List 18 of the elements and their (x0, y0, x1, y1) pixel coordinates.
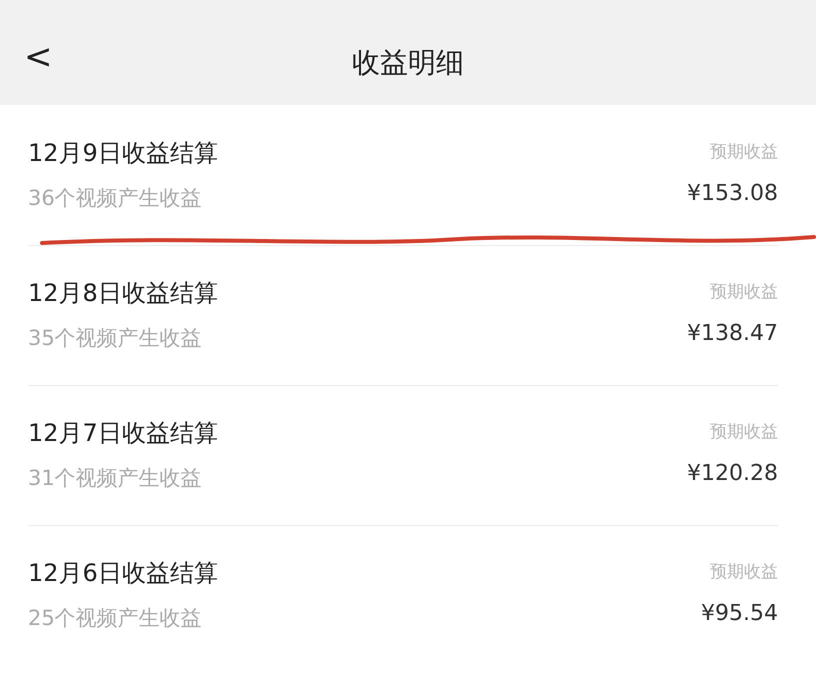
expected-label: 预期收益 (710, 140, 778, 164)
expected-label: 预期收益 (710, 420, 778, 444)
page-title: 收益明细 (352, 44, 464, 80)
settlement-title: 12月7日收益结算 (28, 418, 218, 450)
amount: ¥120.28 (687, 460, 778, 488)
settlement-title: 12月6日收益结算 (28, 558, 218, 590)
amount: ¥153.08 (687, 180, 778, 208)
expected-label: 预期收益 (710, 560, 778, 584)
video-count: 31个视频产生收益 (28, 465, 203, 492)
settlement-title: 12月8日收益结算 (28, 278, 218, 310)
expected-label: 预期收益 (710, 280, 778, 304)
settlement-title: 12月9日收益结算 (28, 138, 218, 170)
video-count: 35个视频产生收益 (28, 325, 203, 352)
amount: ¥95.54 (701, 600, 778, 628)
back-button[interactable]: < (24, 40, 52, 74)
video-count: 36个视频产生收益 (28, 185, 203, 212)
video-count: 25个视频产生收益 (28, 605, 203, 632)
amount: ¥138.47 (687, 320, 778, 348)
